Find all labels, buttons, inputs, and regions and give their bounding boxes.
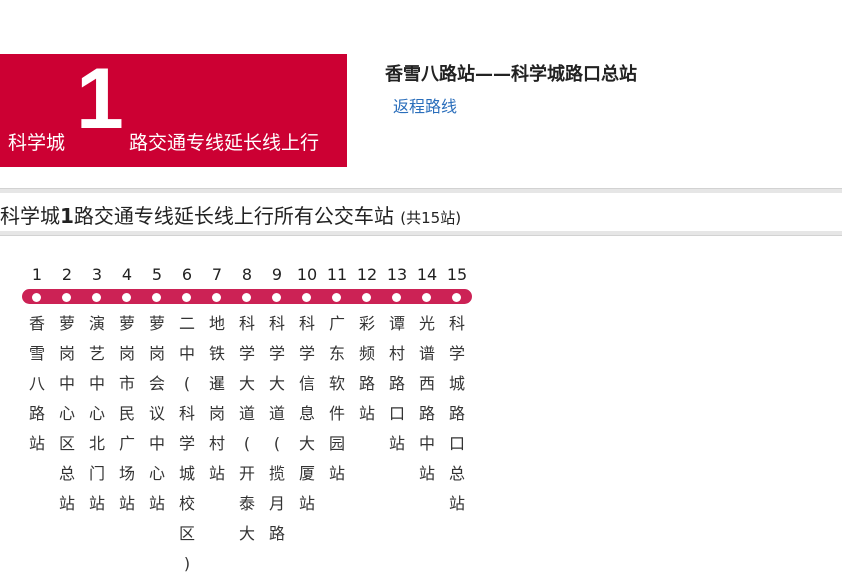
station-dot-icon — [302, 293, 311, 302]
station-number: 4 — [121, 265, 133, 284]
station-count: (共15站) — [400, 209, 462, 227]
return-route-link[interactable]: 返程路线 — [393, 93, 457, 117]
divider-top — [0, 188, 842, 193]
station-number: 13 — [386, 265, 408, 284]
banner-prefix: 科学城 — [8, 132, 66, 154]
station-dot-icon — [62, 293, 71, 302]
station-dot-icon — [32, 293, 41, 302]
station-dot-icon — [242, 293, 251, 302]
station-number: 3 — [91, 265, 103, 284]
station-item[interactable]: 12 彩频路站 — [352, 264, 382, 423]
station-name[interactable]: 科学信息大厦站 — [292, 309, 322, 519]
station-name[interactable]: 萝岗中心区总站 — [52, 309, 82, 519]
station-name[interactable]: 彩频路站 — [352, 309, 382, 429]
station-dot-icon — [182, 293, 191, 302]
banner-route-number: 1 — [76, 51, 124, 147]
station-dot-icon — [422, 293, 431, 302]
station-number: 2 — [61, 265, 73, 284]
station-name[interactable]: 科学大道(揽月路 — [262, 309, 292, 549]
station-item[interactable]: 4萝岗市民广场站 — [112, 264, 142, 513]
station-list-heading: 科学城1路交通专线延长线上行所有公交车站 (共15站) — [0, 200, 461, 229]
station-dot-icon — [152, 293, 161, 302]
station-item[interactable]: 8 科学大道(开泰大 — [232, 264, 262, 543]
station-item[interactable]: 15 科学城路口总站 — [442, 264, 472, 513]
station-dot-icon — [452, 293, 461, 302]
station-item[interactable]: 3演艺中心北门站 — [82, 264, 112, 513]
route-title: 香雪八路站——科学城路口总站 — [385, 64, 637, 85]
station-item[interactable]: 6 二中(科学城校区) — [172, 264, 202, 573]
station-number: 6 — [181, 265, 193, 284]
station-number: 1 — [31, 265, 43, 284]
station-item[interactable]: 11 广东软件园站 — [322, 264, 352, 483]
station-dot-icon — [362, 293, 371, 302]
station-dot-icon — [212, 293, 221, 302]
station-number: 15 — [446, 265, 468, 284]
station-dot-icon — [122, 293, 131, 302]
station-name[interactable]: 广东软件园站 — [322, 309, 352, 489]
heading-prefix: 科学城 — [0, 204, 60, 228]
station-item[interactable]: 10 科学信息大厦站 — [292, 264, 322, 513]
station-name[interactable]: 香雪八路站 — [22, 309, 52, 459]
station-name[interactable]: 科学大道(开泰大 — [232, 309, 262, 549]
station-number: 12 — [356, 265, 378, 284]
station-item[interactable]: 1香雪八路站 — [22, 264, 52, 453]
station-number: 14 — [416, 265, 438, 284]
station-dot-icon — [392, 293, 401, 302]
station-number: 10 — [296, 265, 318, 284]
station-name[interactable]: 谭村路口站 — [382, 309, 412, 459]
banner-suffix: 路交通专线延长线上行 — [129, 132, 320, 154]
divider-bottom — [0, 231, 842, 236]
station-item[interactable]: 13 谭村路口站 — [382, 264, 412, 453]
station-item[interactable]: 9 科学大道(揽月路 — [262, 264, 292, 543]
route-banner: 科学城 1 路交通专线延长线上行 — [0, 54, 347, 167]
station-number: 5 — [151, 265, 163, 284]
station-name[interactable]: 二中(科学城校区) — [172, 309, 202, 579]
heading-suffix: 路交通专线延长线上行所有公交车站 — [73, 204, 394, 228]
station-item[interactable]: 7地铁暹岗村站 — [202, 264, 232, 483]
station-dot-icon — [272, 293, 281, 302]
station-number: 8 — [241, 265, 253, 284]
station-number: 9 — [271, 265, 283, 284]
station-name[interactable]: 光谱西路中站 — [412, 309, 442, 489]
station-dot-icon — [92, 293, 101, 302]
station-item[interactable]: 5萝岗会议中心站 — [142, 264, 172, 513]
station-item[interactable]: 2萝岗中心区总站 — [52, 264, 82, 513]
station-number: 7 — [211, 265, 223, 284]
station-number: 11 — [326, 265, 348, 284]
station-name[interactable]: 演艺中心北门站 — [82, 309, 112, 519]
heading-number: 1 — [60, 204, 74, 228]
station-name[interactable]: 萝岗会议中心站 — [142, 309, 172, 519]
station-dot-icon — [332, 293, 341, 302]
station-name[interactable]: 地铁暹岗村站 — [202, 309, 232, 489]
station-name[interactable]: 科学城路口总站 — [442, 309, 472, 519]
station-name[interactable]: 萝岗市民广场站 — [112, 309, 142, 519]
station-item[interactable]: 14 光谱西路中站 — [412, 264, 442, 483]
